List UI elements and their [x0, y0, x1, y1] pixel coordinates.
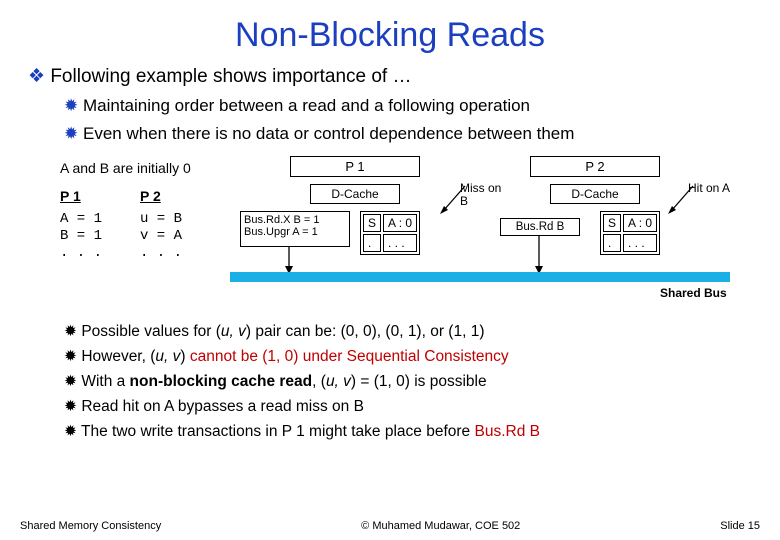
uv: u, v	[155, 348, 180, 365]
cell: S	[363, 214, 381, 232]
bullet-level3: ✹ The two write transactions in P 1 migh…	[64, 422, 760, 441]
star-icon: ✹	[64, 398, 77, 415]
uv: u, v	[326, 373, 351, 390]
cell: A : 0	[383, 214, 417, 232]
slide: Non-Blocking Reads ❖ Following example s…	[0, 0, 780, 540]
p1-cache-table: SA : 0 .. . .	[360, 211, 420, 255]
star-icon: ✹	[64, 124, 78, 143]
cell: . . .	[623, 234, 657, 252]
slide-title: Non-Blocking Reads	[20, 16, 760, 55]
cell: A : 0	[623, 214, 657, 232]
text: ) pair can be: (0, 0), (0, 1), or (1, 1)	[246, 323, 485, 340]
shared-bus-label: Shared Bus	[660, 286, 727, 300]
shared-bus	[230, 272, 730, 282]
p2-cache-table: SA : 0 .. . .	[600, 211, 660, 255]
p1-code: A = 1 B = 1 . . .	[60, 211, 102, 261]
text: Possible values for (	[81, 323, 221, 340]
busrdx-line: Bus.Rd.X B = 1	[244, 214, 346, 226]
red-text: Bus.Rd B	[474, 423, 539, 440]
bullet-level2: ✹ Even when there is no data or control …	[64, 124, 760, 144]
bullet-level2: ✹ Maintaining order between a read and a…	[64, 96, 760, 116]
p1-writebuf: Bus.Rd.X B = 1 Bus.Upgr A = 1	[240, 211, 350, 247]
code-line: v = A	[140, 228, 182, 245]
bold-text: non-blocking cache read	[130, 373, 313, 390]
arrow-hit	[668, 176, 698, 216]
p2-busrd: Bus.Rd B	[500, 218, 580, 236]
code-line: u = B	[140, 211, 182, 228]
text: , (	[312, 373, 326, 390]
footer-left: Shared Memory Consistency	[20, 520, 161, 532]
cell: . . .	[383, 234, 417, 252]
cell: .	[363, 234, 381, 252]
footer-right: Slide 15	[720, 520, 760, 532]
initial-cond: A and B are initially 0	[60, 160, 191, 176]
bullet-level3: ✹ However, (u, v) cannot be (1, 0) under…	[64, 347, 760, 366]
cell: S	[603, 214, 621, 232]
star-icon: ✹	[64, 373, 77, 390]
p2-dcache: D-Cache	[550, 184, 640, 204]
text: ) = (1, 0) is possible	[351, 373, 487, 390]
star-icon: ✹	[64, 323, 77, 340]
bullet-level1: ❖ Following example shows importance of …	[28, 65, 760, 88]
text: However, (	[81, 348, 155, 365]
p2-header: P 2	[140, 188, 161, 204]
arrow-miss	[440, 176, 470, 216]
cell: .	[603, 234, 621, 252]
text: )	[180, 348, 189, 365]
bullet2a-text: Maintaining order between a read and a f…	[83, 96, 530, 115]
bullet2b-text: Even when there is no data or control de…	[83, 124, 574, 143]
code-line: . . .	[60, 245, 102, 262]
text: Read hit on A bypasses a read miss on B	[81, 398, 364, 415]
bullet-level3: ✹ Possible values for (u, v) pair can be…	[64, 322, 760, 341]
bullet-level3: ✹ Read hit on A bypasses a read miss on …	[64, 397, 760, 416]
star-icon: ✹	[64, 96, 78, 115]
p1-header: P 1	[60, 188, 81, 204]
p2-box: P 2	[530, 156, 660, 177]
code-line: B = 1	[60, 228, 102, 245]
text: The two write transactions in P 1 might …	[81, 423, 474, 440]
star-icon: ✹	[64, 423, 77, 440]
bullet-level3: ✹ With a non-blocking cache read, (u, v)…	[64, 372, 760, 391]
bullet1-text: Following example shows importance of …	[50, 66, 411, 87]
p1-dcache: D-Cache	[310, 184, 400, 204]
p2-code: u = B v = A . . .	[140, 211, 182, 261]
star-icon: ✹	[64, 348, 77, 365]
uv: u, v	[221, 323, 246, 340]
code-line: . . .	[140, 245, 182, 262]
red-text: cannot be (1, 0) under Sequential Consis…	[190, 348, 509, 365]
code-line: A = 1	[60, 211, 102, 228]
footer: Shared Memory Consistency © Muhamed Muda…	[20, 520, 760, 532]
p1-box: P 1	[290, 156, 420, 177]
diagram: A and B are initially 0 P 1 P 2 A = 1 B …	[60, 156, 760, 316]
busupgr-line: Bus.Upgr A = 1	[244, 226, 346, 238]
text: With a	[81, 373, 129, 390]
arrow-down	[532, 236, 546, 276]
diamond-icon: ❖	[28, 66, 45, 87]
footer-center: © Muhamed Mudawar, COE 502	[361, 520, 520, 532]
